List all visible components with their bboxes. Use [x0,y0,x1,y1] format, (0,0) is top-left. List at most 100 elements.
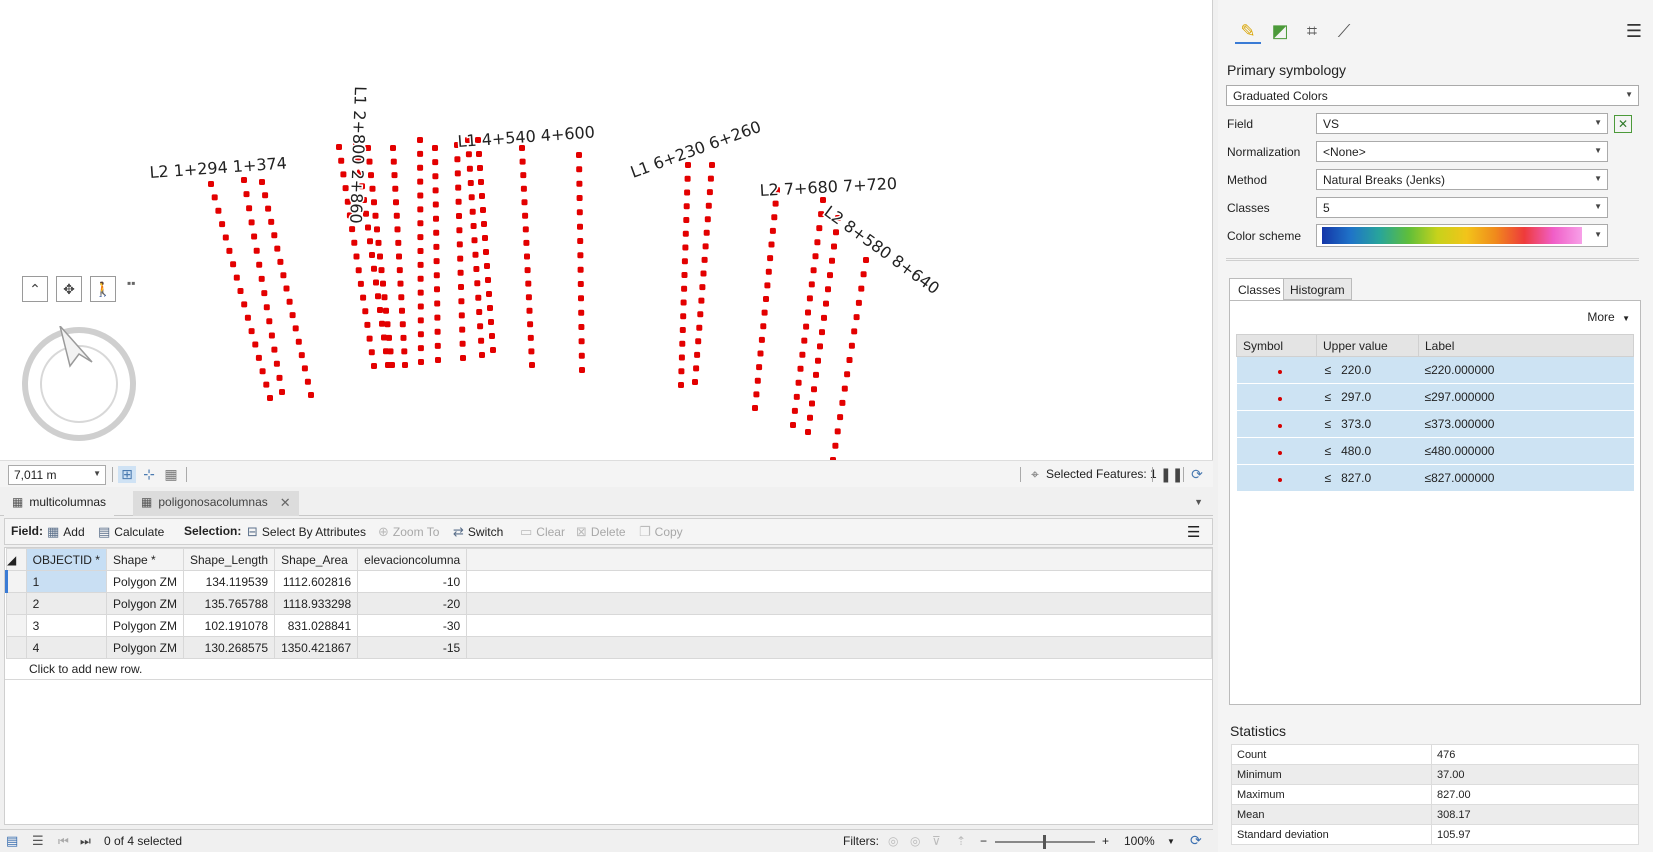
map-point[interactable] [417,150,424,157]
map-point[interactable] [479,193,485,199]
map-point[interactable] [682,244,689,251]
map-point[interactable] [401,348,408,355]
map-point[interactable] [703,229,710,236]
refresh-icon[interactable]: ⟳ [1188,466,1206,483]
table-cell[interactable]: 1350.421867 [274,636,359,659]
map-point[interactable] [819,329,825,336]
map-point[interactable] [684,175,691,182]
map-point[interactable] [527,334,534,341]
table-cell[interactable]: -20 [357,592,468,615]
map-point[interactable] [795,379,802,386]
map-point[interactable] [371,199,377,206]
walk-icon[interactable]: 🚶 [90,276,116,302]
map-point[interactable] [362,308,369,315]
full-extent-button[interactable]: ✥ [56,276,82,302]
table-cell[interactable]: Polygon ZM [105,570,185,593]
tab-overflow-icon[interactable]: ▼ [1194,497,1203,507]
map-point[interactable] [393,212,400,219]
row-header[interactable] [6,592,27,615]
table-cell[interactable]: Polygon ZM [105,592,185,615]
map-point[interactable] [390,158,397,165]
map-point[interactable] [477,165,483,171]
map-point[interactable] [433,215,439,222]
map-point[interactable] [519,158,526,165]
map-point[interactable] [417,137,423,143]
copy-button[interactable]: ❐ Copy [639,524,683,540]
map-point[interactable] [433,243,440,250]
map-point[interactable] [577,223,583,230]
symbol-swatch[interactable] [1236,383,1317,411]
hamburger-menu-icon[interactable]: ☰ [1621,18,1647,44]
table-cell[interactable]: 102.191078 [182,614,276,637]
table-cell[interactable]: Polygon ZM [105,614,185,637]
map-point[interactable] [477,323,484,330]
map-point[interactable] [418,359,424,365]
map-point[interactable] [375,239,382,246]
map-point[interactable] [848,342,855,349]
map-point[interactable] [528,348,535,355]
map-point[interactable] [397,280,404,287]
class-label[interactable]: ≤220.000000 [1418,356,1634,384]
map-point[interactable] [772,200,779,207]
map-point[interactable] [678,382,684,388]
table-row[interactable]: 2 Polygon ZM 135.765788 1118.933298 -20 [6,592,1212,615]
map-point[interactable] [366,335,373,342]
map-point[interactable] [475,294,482,301]
map-point[interactable] [233,274,240,281]
upper-value[interactable]: 297.0 [1341,390,1371,404]
map-point[interactable] [821,314,827,321]
map-point[interactable] [827,272,833,279]
map-point[interactable] [680,313,687,320]
map-point[interactable] [705,202,712,209]
map-point[interactable] [396,267,403,274]
map-point[interactable] [368,172,374,179]
map-point[interactable] [816,225,823,232]
map-point[interactable] [259,368,266,375]
map-point[interactable] [483,249,489,255]
map-point[interactable] [490,347,496,353]
map-point[interactable] [694,351,701,358]
map-point[interactable] [456,227,463,234]
map-point[interactable] [417,261,424,268]
map-point[interactable] [248,328,255,335]
calculate-button[interactable]: ▤ Calculate [98,524,164,540]
snapping-icon[interactable]: ⊞ [118,466,136,483]
map-point[interactable] [355,267,362,274]
map-point[interactable] [289,312,296,319]
add-new-row[interactable]: Click to add new row. [5,658,1212,680]
map-point[interactable] [457,269,464,276]
table-cell[interactable]: 135.765788 [182,592,276,615]
map-point[interactable] [761,309,768,316]
map-point[interactable] [834,428,841,435]
refresh-icon[interactable]: ⟳ [1190,832,1202,849]
map-point[interactable] [679,340,686,347]
tab-classes[interactable]: Classes [1229,278,1290,301]
map-point[interactable] [753,391,760,398]
table-cell[interactable]: 2 [25,592,107,615]
switch-button[interactable]: ⇄ Switch [453,524,503,540]
map-point[interactable] [383,307,389,314]
map-point[interactable] [360,294,367,301]
map-point[interactable] [387,348,394,355]
map-point[interactable] [791,407,798,414]
map-point[interactable] [485,277,491,283]
map-point[interactable] [692,379,698,385]
vary-symbology-icon[interactable]: ◩ [1267,18,1293,44]
table-row[interactable]: 4 Polygon ZM 130.268575 1350.421867 -15 [6,636,1212,659]
column-header[interactable]: Label [1418,334,1634,357]
table-cell[interactable]: 130.268575 [182,636,276,659]
map-point[interactable] [459,340,466,347]
map-point[interactable] [396,253,402,260]
map-point[interactable] [434,300,441,307]
expression-icon[interactable]: ✕ [1614,115,1632,133]
map-point[interactable] [524,267,531,274]
map-point[interactable] [809,400,815,407]
zoom-level[interactable]: 100% [1124,834,1155,848]
class-row[interactable]: ≤480.0 ≤480.000000 [1236,437,1634,465]
map-point[interactable] [858,285,865,292]
field-dropdown[interactable]: VS ▼ [1316,113,1608,134]
map-point[interactable] [681,258,688,265]
map-point[interactable] [353,253,360,260]
map-point[interactable] [833,229,839,236]
map-point[interactable] [805,309,811,316]
